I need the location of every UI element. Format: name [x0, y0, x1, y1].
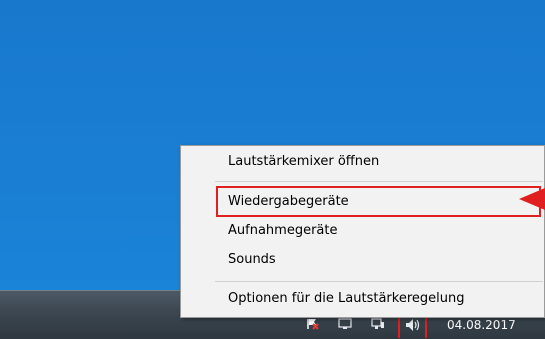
menu-item-sounds[interactable]: Sounds [181, 247, 545, 273]
menu-item-recording-devices[interactable]: Aufnahmegeräte [181, 218, 545, 244]
playback-devices-highlight [216, 186, 541, 217]
menu-separator [215, 181, 543, 182]
pointer-arrow-icon [519, 188, 545, 210]
volume-context-menu: Lautstärkemixer öffnen Wiedergabegeräte … [180, 145, 545, 318]
taskbar-date[interactable]: 04.08.2017 [447, 318, 516, 332]
menu-item-volume-options[interactable]: Optionen für die Lautstärkeregelung [181, 286, 545, 312]
action-center-flag-icon[interactable] [306, 318, 320, 330]
menu-item-volume-mixer[interactable]: Lautstärkemixer öffnen [181, 149, 545, 175]
menu-separator [215, 281, 543, 282]
volume-icon-highlight [398, 316, 427, 338]
network-icon[interactable] [371, 318, 385, 330]
monitor-icon[interactable] [338, 318, 352, 330]
